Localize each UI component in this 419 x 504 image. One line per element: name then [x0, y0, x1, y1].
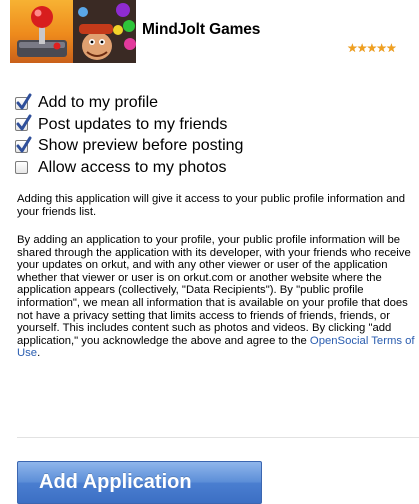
disclaimer-text: By adding an application to your profile…	[17, 234, 411, 347]
permission-label: Post updates to my friends	[38, 115, 228, 133]
divider	[17, 437, 419, 438]
game-art-icon	[73, 0, 136, 63]
checkmark-icon	[16, 93, 32, 109]
app-header: MindJolt Games ★★★★★	[0, 0, 419, 70]
app-thumbnail-game	[73, 0, 136, 63]
permission-show-preview: Show preview before posting	[15, 136, 243, 156]
permission-add-to-profile: Add to my profile	[15, 93, 243, 113]
checkmark-icon	[16, 136, 32, 152]
permission-label: Add to my profile	[38, 94, 159, 111]
allow-photos-checkbox[interactable]	[15, 161, 28, 174]
checkmark-icon	[16, 114, 32, 131]
app-thumbnail-joystick	[10, 0, 73, 63]
permission-label: Allow access to my photos	[38, 158, 227, 176]
show-preview-checkbox[interactable]	[15, 136, 32, 153]
add-to-profile-checkbox[interactable]	[15, 93, 32, 110]
access-notice: Adding this application will give it acc…	[17, 193, 406, 218]
joystick-icon	[17, 6, 67, 57]
rating-stars: ★★★★★	[347, 41, 397, 55]
permission-allow-photos: Allow access to my photos	[15, 158, 243, 178]
add-application-button[interactable]: Add Application	[17, 461, 262, 504]
privacy-disclaimer: By adding an application to your profile…	[17, 234, 419, 360]
post-updates-checkbox[interactable]	[15, 114, 32, 131]
permission-post-updates: Post updates to my friends	[15, 114, 243, 135]
app-title: MindJolt Games	[142, 21, 261, 38]
disclaimer-end: .	[37, 347, 41, 360]
permissions-list: Add to my profile Post updates to my fri…	[15, 93, 243, 179]
permission-label: Show preview before posting	[38, 137, 244, 154]
